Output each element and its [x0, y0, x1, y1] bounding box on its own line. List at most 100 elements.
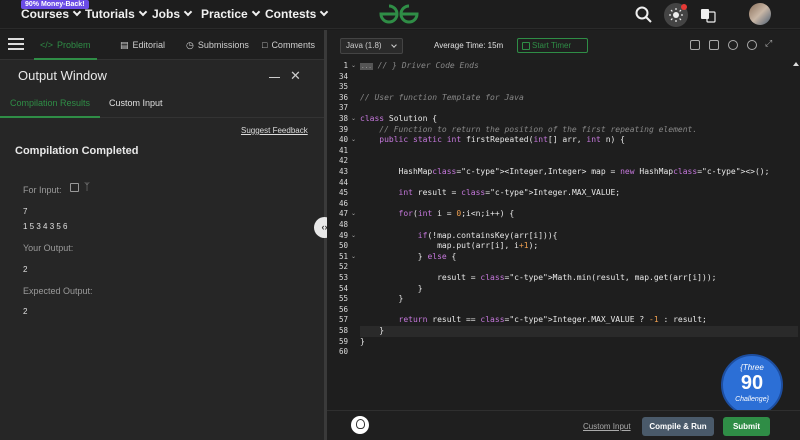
search-icon[interactable] [633, 4, 655, 26]
tab-compilation-results[interactable]: Compilation Results [0, 88, 101, 118]
line-number: 48 [338, 220, 348, 229]
tab-submissions-label: Submissions [197, 40, 249, 50]
code-line[interactable]: return result == class="c-type">Integer.… [360, 315, 798, 326]
line-number: 45 [338, 188, 348, 198]
line-number: 58 [338, 326, 348, 335]
tab-submissions[interactable]: ◷ Submissions [186, 30, 249, 60]
line-number: 49 [338, 230, 348, 240]
code-line[interactable]: public static int firstRepeated(int[] ar… [360, 135, 798, 146]
menu-icon[interactable] [8, 38, 24, 50]
custom-input-link[interactable]: Custom Input [583, 422, 631, 431]
code-line[interactable]: // User function Template for Java [360, 93, 798, 104]
comment-icon: □ [262, 40, 268, 50]
fullscreen-icon[interactable]: ⤢ [765, 38, 775, 48]
code-area[interactable]: ... // } Driver Code Ends // User functio… [358, 60, 800, 410]
document-icon: ▤ [120, 40, 129, 50]
code-line[interactable]: } [360, 294, 798, 305]
minimize-icon[interactable] [269, 77, 280, 78]
code-line[interactable]: if(!map.containsKey(arr[i])){ [360, 231, 798, 242]
line-number: 46 [338, 198, 348, 208]
fold-arrow-icon[interactable]: ⌄ [351, 61, 356, 72]
fold-marker: ... [360, 63, 373, 70]
challenge-badge[interactable]: {Three 90 Challenge} [721, 354, 783, 416]
avatar[interactable] [749, 3, 771, 25]
close-icon[interactable]: ✕ [290, 68, 301, 84]
code-line[interactable]: class Solution { [360, 114, 798, 125]
nav-tutorials-label: Tutorials [85, 7, 135, 21]
code-line[interactable] [360, 156, 798, 167]
fold-arrow-icon[interactable]: ⌄ [351, 114, 356, 125]
code-line[interactable]: map.put(arr[i], i+1); [360, 241, 798, 252]
line-number: 44 [338, 177, 348, 187]
line-number: 60 [338, 347, 348, 357]
reset-code-icon[interactable] [709, 40, 719, 50]
code-line[interactable] [360, 72, 798, 83]
code-line[interactable] [360, 305, 798, 316]
gfg-logo[interactable] [378, 3, 420, 25]
code-line[interactable] [360, 347, 798, 358]
suggest-feedback-link[interactable]: Suggest Feedback [241, 126, 308, 135]
line-gutter: 1 ⌄ 34 35 36 37 38 ⌄ 39 40 ⌄ 41 42 43 44 45 46 47 ⌄ 48 49 ⌄ 50… [327, 60, 358, 410]
scroll-up-icon[interactable] [792, 60, 800, 68]
history-icon: ◷ [186, 40, 194, 50]
expected-output-label: Expected Output: [23, 286, 93, 296]
code-line[interactable] [360, 262, 798, 273]
line-number: 51 [338, 251, 348, 261]
nav-jobs[interactable]: Jobs [152, 7, 193, 21]
code-line[interactable]: } else { [360, 252, 798, 263]
code-line[interactable]: for(int i = 0;i<n;i++) { [360, 209, 798, 220]
line-number: 56 [338, 304, 348, 314]
code-line[interactable] [360, 199, 798, 210]
code-line[interactable]: result = class="c-type">Math.min(result,… [360, 273, 798, 284]
start-timer-button[interactable]: Start Timer [517, 38, 588, 53]
tab-custom-input[interactable]: Custom Input [99, 88, 173, 118]
nav-contests[interactable]: Contests [265, 7, 329, 21]
code-line[interactable]: } [360, 284, 798, 295]
branch-icon[interactable]: ᛉ [84, 182, 90, 193]
tab-problem[interactable]: </> Problem [34, 30, 97, 60]
code-line[interactable] [360, 82, 798, 93]
fold-arrow-icon[interactable]: ⌄ [351, 209, 356, 220]
code-line[interactable]: HashMapclass="c-type"><Integer,Integer> … [360, 167, 798, 178]
code-line[interactable]: ... // } Driver Code Ends [360, 61, 798, 72]
line-number: 35 [338, 82, 348, 92]
code-line[interactable] [360, 178, 798, 189]
code-line[interactable]: int result = class="c-type">Integer.MAX_… [360, 188, 798, 199]
translate-icon[interactable] [697, 4, 719, 26]
editor-bottom-bar: Custom Input Compile & Run Submit [327, 410, 800, 440]
nav-courses[interactable]: Courses [21, 7, 82, 21]
code-line[interactable]: // Function to return the position of th… [360, 125, 798, 136]
code-line[interactable] [360, 103, 798, 114]
compile-run-button[interactable]: Compile & Run [642, 417, 714, 436]
nav-tutorials[interactable]: Tutorials [85, 7, 148, 21]
line-number: 43 [338, 167, 348, 176]
chevron-down-icon [251, 7, 260, 17]
fold-arrow-icon[interactable]: ⌄ [351, 231, 356, 242]
settings-icon[interactable] [728, 40, 738, 50]
copy-code-icon[interactable] [690, 40, 700, 50]
line-number: 39 [338, 124, 348, 134]
fold-arrow-icon[interactable]: ⌄ [351, 252, 356, 263]
lightbulb-icon[interactable] [351, 416, 369, 434]
copy-icon[interactable] [70, 183, 79, 192]
submit-button[interactable]: Submit [723, 417, 770, 436]
code-line[interactable] [360, 146, 798, 157]
line-number: 37 [338, 103, 348, 113]
line-number: 59 [338, 336, 348, 346]
line-number: 36 [338, 92, 348, 102]
theme-icon[interactable] [747, 40, 757, 50]
fold-arrow-icon[interactable]: ⌄ [351, 135, 356, 146]
badge-top-text: {Three [740, 363, 764, 372]
nav-practice[interactable]: Practice [201, 7, 260, 21]
language-select[interactable]: Java (1.8) [340, 38, 403, 54]
line-number: 57 [338, 315, 348, 325]
code-editor[interactable]: 1 ⌄ 34 35 36 37 38 ⌄ 39 40 ⌄ 41 42 43 44 45 46 47 ⌄ 48 49 ⌄ 50… [327, 60, 800, 410]
code-line[interactable]: } [360, 337, 798, 348]
code-line[interactable] [360, 220, 798, 231]
tab-editorial[interactable]: ▤ Editorial [120, 30, 165, 60]
input-line-2: 1 5 3 4 3 5 6 [23, 222, 68, 231]
code-line[interactable]: } [360, 326, 798, 337]
input-line-1: 7 [23, 207, 28, 216]
tab-comments[interactable]: □ Comments [262, 30, 315, 60]
start-timer-label: Start Timer [532, 41, 572, 50]
